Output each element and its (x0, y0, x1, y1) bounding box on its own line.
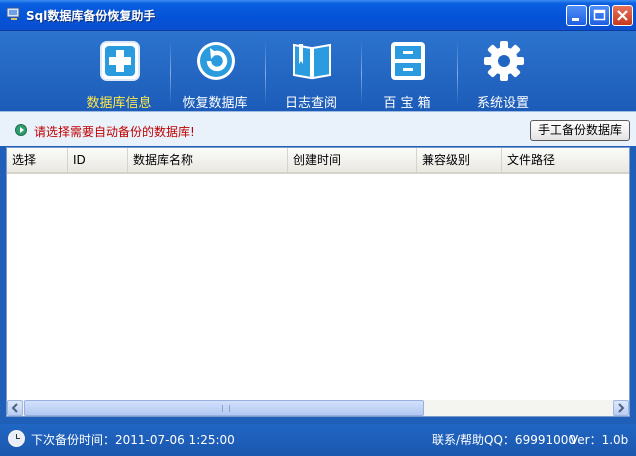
column-header-database-name[interactable]: 数据库名称 (128, 148, 288, 172)
hint-text: 请选择需要自动备份的数据库! (34, 125, 195, 139)
title-bar[interactable]: Sql数据库备份恢复助手 (0, 0, 636, 31)
database-table[interactable]: 选择 ID 数据库名称 创建时间 兼容级别 文件路径 (6, 147, 630, 417)
maximize-icon (593, 9, 606, 21)
toolbar-system-settings[interactable]: 系统设置 (456, 37, 550, 111)
maximize-button[interactable] (589, 5, 610, 26)
toolbar-restore-database[interactable]: 恢复数据库 (168, 37, 262, 111)
close-icon (617, 10, 628, 21)
toolbar-label-restore-database: 恢复数据库 (182, 96, 248, 111)
gear-icon (484, 41, 524, 81)
toolbar-label-toolbox: 百 宝 箱 (383, 96, 431, 111)
column-header-compat-level[interactable]: 兼容级别 (417, 148, 502, 172)
clock-icon (8, 430, 25, 447)
main-toolbar: 数据库信息 恢复数据库 日志查阅 百 宝 箱 系统设置 (0, 31, 636, 111)
version-label: Ver：1.0b (570, 433, 629, 447)
app-window: Sql数据库备份恢复助手 数据库信息 恢复数据库 日志查阅 百 宝 箱 系统设置… (0, 0, 636, 456)
drawer-cabinet-icon (391, 42, 425, 80)
column-header-id[interactable]: ID (68, 148, 128, 172)
app-icon (6, 7, 20, 20)
chevron-right-icon (618, 403, 625, 413)
toolbar-label-system-settings: 系统设置 (476, 96, 529, 111)
scroll-grip (222, 405, 230, 412)
minimize-button[interactable] (566, 5, 587, 26)
scroll-left-button[interactable] (7, 400, 23, 416)
toolbar-toolbox[interactable]: 百 宝 箱 (360, 37, 454, 111)
contact-help: 联系/帮助QQ：69991000 (432, 433, 577, 447)
horizontal-scrollbar[interactable] (7, 400, 629, 416)
scroll-right-button[interactable] (613, 400, 629, 416)
column-header-file-path[interactable]: 文件路径 (502, 148, 629, 172)
table-header: 选择 ID 数据库名称 创建时间 兼容级别 文件路径 (7, 148, 629, 174)
column-header-select[interactable]: 选择 (7, 148, 68, 172)
status-bar: 下次备份时间：2011-07-06 1:25:00 联系/帮助QQ：699910… (0, 424, 636, 456)
plus-square-icon (100, 41, 140, 81)
next-backup-time: 下次备份时间：2011-07-06 1:25:00 (31, 433, 235, 447)
toolbar-log-viewer[interactable]: 日志查阅 (264, 37, 358, 111)
open-book-icon (293, 43, 331, 80)
window-title: Sql数据库备份恢复助手 (26, 9, 156, 23)
manual-backup-button[interactable]: 手工备份数据库 (530, 120, 630, 141)
scroll-thumb[interactable] (24, 400, 424, 416)
chevron-left-icon (11, 403, 18, 413)
play-info-icon (15, 124, 27, 136)
toolbar-database-info[interactable]: 数据库信息 (72, 37, 166, 111)
column-header-create-time[interactable]: 创建时间 (288, 148, 417, 172)
hint-bar: 请选择需要自动备份的数据库! 手工备份数据库 (0, 111, 636, 146)
toolbar-label-log-viewer: 日志查阅 (284, 96, 337, 111)
close-button[interactable] (612, 5, 633, 26)
restore-circle-arrow-icon (197, 42, 235, 80)
toolbar-label-database-info: 数据库信息 (86, 96, 152, 111)
minimize-icon (572, 18, 579, 21)
